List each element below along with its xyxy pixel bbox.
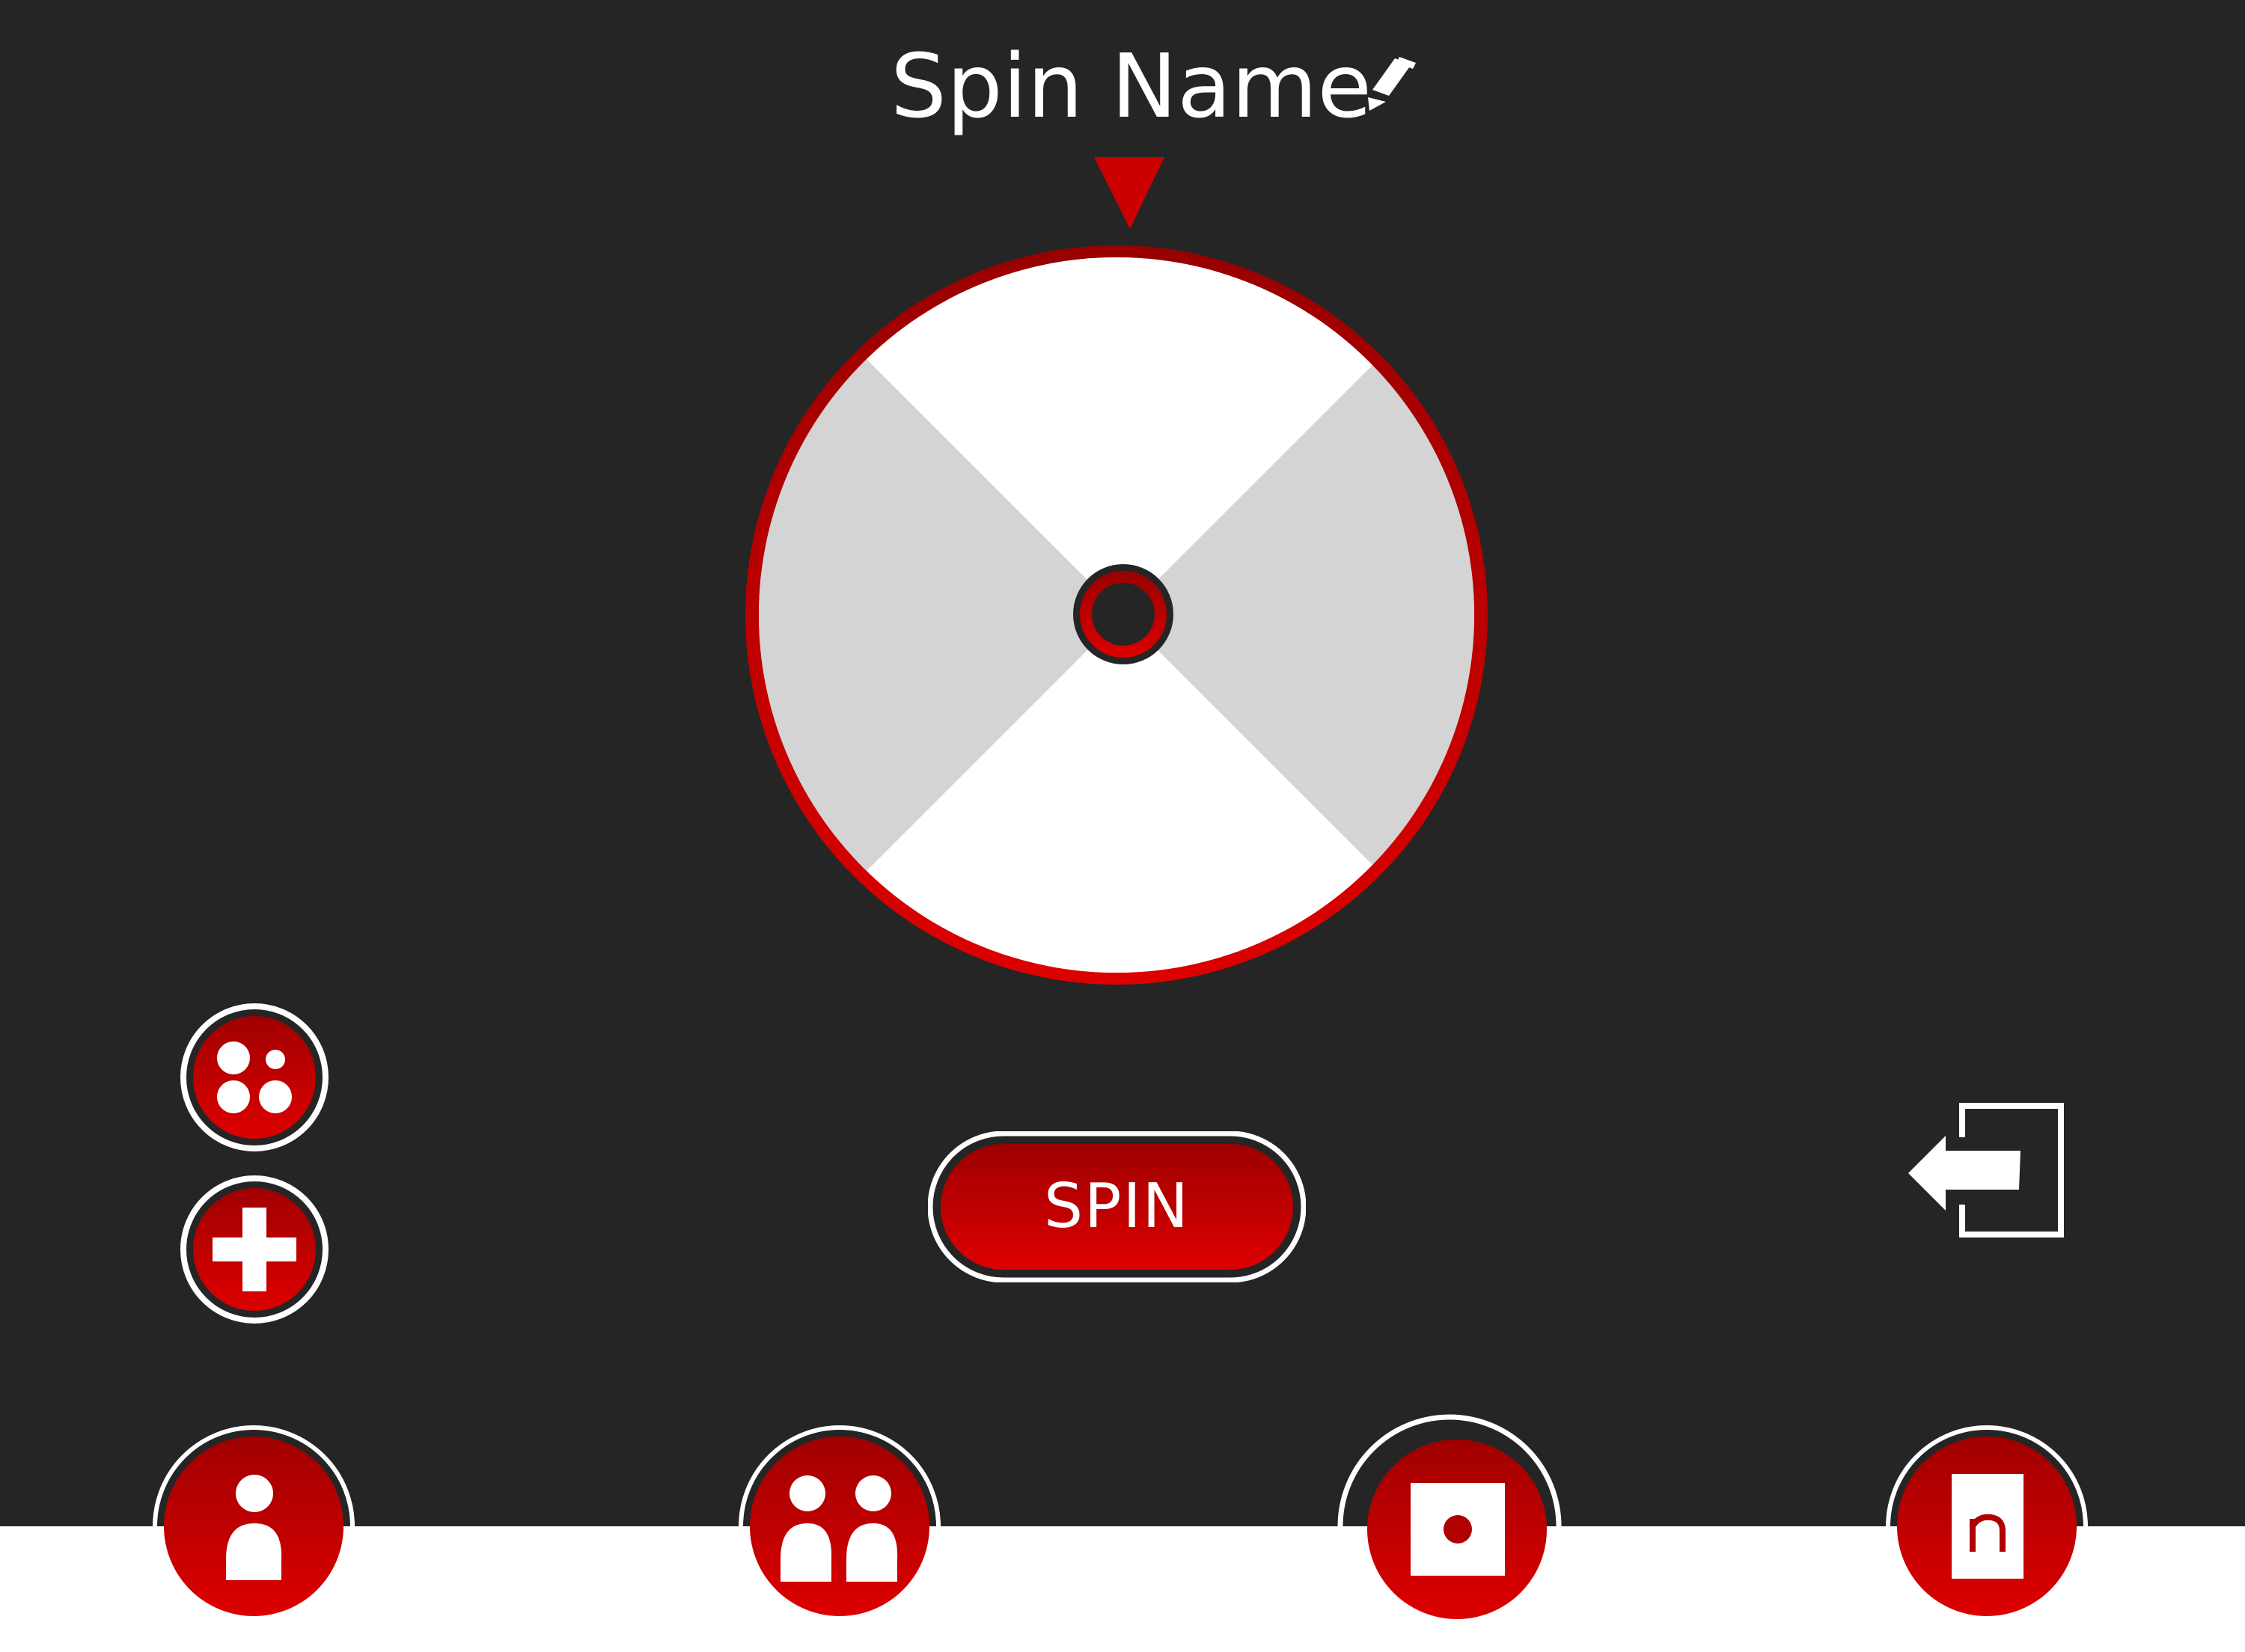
arrow-left-into-box-icon[interactable] <box>1901 1100 2073 1242</box>
spin-button[interactable]: SPIN <box>928 1131 1306 1282</box>
single-person-icon[interactable] <box>153 1425 355 1627</box>
dots-icon[interactable] <box>180 1003 329 1152</box>
two-people-icon[interactable] <box>739 1425 941 1627</box>
die-one-icon[interactable] <box>1337 1410 1562 1639</box>
n-card-icon[interactable] <box>1886 1425 2088 1627</box>
spinner-wheel[interactable] <box>0 0 2245 1652</box>
app-screen: Spin Name SPIN <box>0 0 2245 1652</box>
plus-icon[interactable] <box>180 1175 329 1324</box>
wheel-pointer-icon <box>1094 157 1164 229</box>
spin-button-label: SPIN <box>1043 1171 1191 1242</box>
